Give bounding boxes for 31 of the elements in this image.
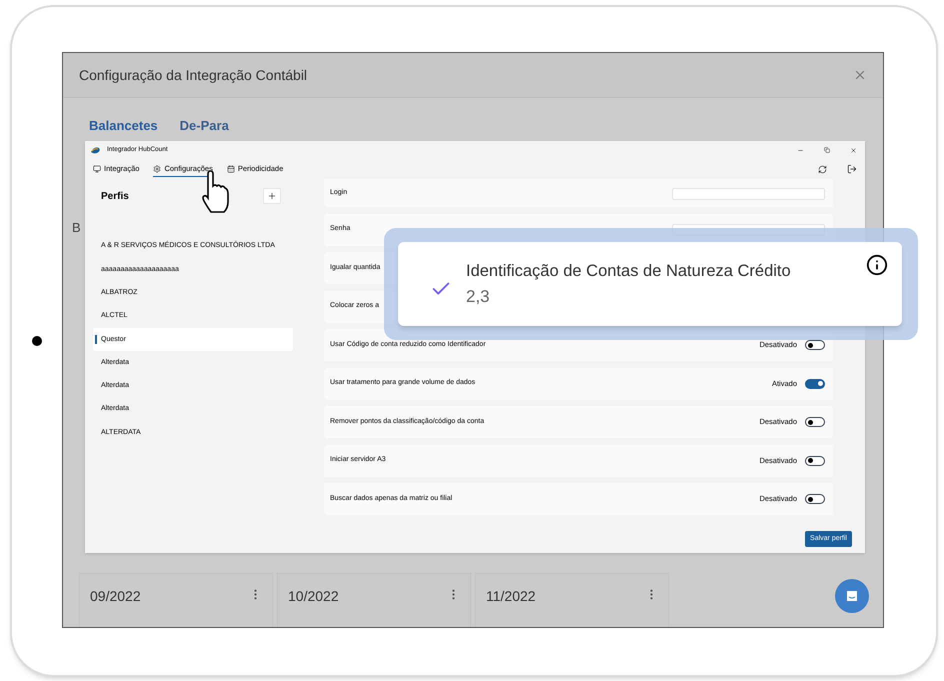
period-label: 09/2022 — [90, 587, 141, 606]
chat-icon — [845, 589, 859, 603]
close-icon[interactable] — [850, 146, 857, 154]
plus-icon — [267, 191, 277, 201]
text-field[interactable] — [672, 188, 825, 200]
toggle-switch[interactable] — [805, 378, 825, 388]
camera-icon — [32, 336, 42, 346]
section-heading: B — [72, 220, 81, 234]
chat-button[interactable] — [835, 579, 869, 613]
modal-tab[interactable]: Balancetes — [89, 116, 158, 136]
selection-indicator — [95, 335, 97, 344]
period-label: 11/2022 — [486, 587, 536, 606]
settings-icon — [153, 164, 162, 172]
toggle-switch[interactable] — [805, 417, 825, 427]
toggle-switch[interactable] — [805, 340, 825, 350]
modal-tab[interactable]: De-Para — [180, 116, 229, 136]
add-profile-button[interactable] — [263, 188, 281, 204]
toggle-switch[interactable] — [805, 456, 825, 466]
restore-icon[interactable] — [824, 147, 830, 153]
profiles-title: Perfis — [101, 190, 129, 204]
toggle-switch[interactable] — [805, 494, 825, 504]
monitor-icon — [93, 164, 101, 172]
period-label: 10/2022 — [288, 587, 339, 606]
refresh-icon[interactable] — [818, 164, 827, 174]
toast-title: Identificação de Contas de Natureza Crédito — [466, 260, 791, 282]
calendar-icon — [226, 164, 235, 172]
logout-icon[interactable] — [847, 164, 857, 174]
logo-icon — [91, 146, 101, 154]
toast-value: 2,3 — [466, 286, 491, 308]
modal-title: Configuração da Integração Contábil — [79, 66, 308, 85]
info-icon[interactable] — [866, 254, 888, 276]
